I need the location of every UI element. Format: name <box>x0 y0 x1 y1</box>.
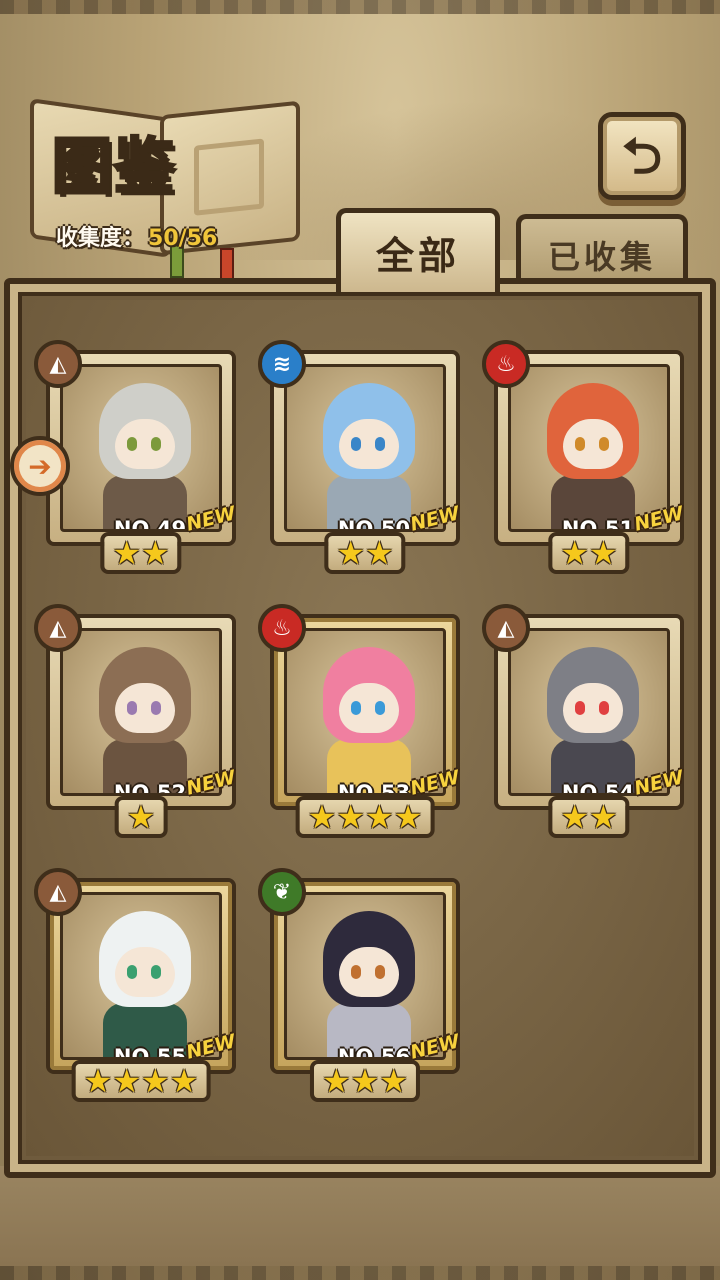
water-element-icon: ≋ <box>258 340 306 388</box>
character-eye-right <box>375 965 385 979</box>
star-rating: ★★ <box>548 796 630 838</box>
star-rating: ★★★ <box>309 1060 421 1102</box>
fire-element-icon: ♨ <box>482 340 530 388</box>
character-face <box>115 419 175 469</box>
character-eye-right <box>599 437 609 451</box>
character-portrait: NO.51 <box>508 364 670 532</box>
character-face <box>339 683 399 733</box>
character-portrait: NO.54 <box>508 628 670 796</box>
character-face <box>115 947 175 997</box>
star-icon: ★★★ <box>321 1062 409 1100</box>
star-icon: ★★★★ <box>307 798 423 836</box>
back-button[interactable]: ⮌ <box>598 112 686 200</box>
collection-label: 收集度： <box>56 226 145 251</box>
character-portrait: NO.53 <box>284 628 446 796</box>
star-icon: ★★★★ <box>83 1062 199 1100</box>
collection-card[interactable]: NO.52 NEW ◭ ★ <box>34 604 238 838</box>
character-portrait: NO.56 <box>284 892 446 1060</box>
collection-card[interactable]: NO.54 NEW ◭ ★★ <box>482 604 686 838</box>
character-eye-left <box>127 701 137 715</box>
back-arrow-icon: ⮌ <box>621 127 663 185</box>
character-face <box>115 683 175 733</box>
character-portrait: NO.50 <box>284 364 446 532</box>
star-icon: ★★ <box>560 798 618 836</box>
page-title: 图鉴 <box>51 131 176 204</box>
collection-card[interactable]: NO.49 NEW ◭ ★★ <box>34 340 238 574</box>
star-icon: ★★ <box>560 534 618 572</box>
collection-progress: 收集度： 50/56 <box>56 220 217 252</box>
character-portrait: NO.52 <box>60 628 222 796</box>
character-eye-right <box>375 437 385 451</box>
character-eye-left <box>575 437 585 451</box>
character-eye-left <box>351 437 361 451</box>
star-icon: ★★ <box>336 534 394 572</box>
tab-all[interactable]: 全部 <box>336 208 500 292</box>
star-rating: ★★ <box>548 532 630 574</box>
character-face <box>339 947 399 997</box>
earth-element-icon: ◭ <box>34 340 82 388</box>
character-eye-right <box>151 965 161 979</box>
character-face <box>563 683 623 733</box>
character-eye-right <box>151 437 161 451</box>
tab-collected-label: 已收集 <box>547 237 656 276</box>
earth-element-icon: ◭ <box>482 604 530 652</box>
character-portrait: NO.49 <box>60 364 222 532</box>
collection-value: 50/56 <box>148 226 218 251</box>
star-icon: ★ <box>126 798 156 836</box>
character-eye-right <box>599 701 609 715</box>
character-portrait: NO.55 <box>60 892 222 1060</box>
character-eye-right <box>375 701 385 715</box>
character-eye-left <box>127 965 137 979</box>
character-eye-left <box>127 437 137 451</box>
collection-card[interactable]: NO.55 NEW ◭ ★★★★ <box>34 868 238 1102</box>
fire-element-icon: ♨ <box>258 604 306 652</box>
star-rating: ★★ <box>324 532 406 574</box>
bottom-ground <box>0 1166 720 1266</box>
star-rating: ★★ <box>100 532 182 574</box>
character-face <box>339 419 399 469</box>
collection-card[interactable]: NO.53 NEW ♨ ★★★★ <box>258 604 462 838</box>
character-eye-left <box>351 965 361 979</box>
star-icon: ★★ <box>112 534 170 572</box>
star-rating: ★ <box>114 796 168 838</box>
collection-card[interactable]: NO.50 NEW ≋ ★★ <box>258 340 462 574</box>
collection-card[interactable]: NO.51 NEW ♨ ★★ <box>482 340 686 574</box>
tab-all-label: 全部 <box>375 234 460 278</box>
star-rating: ★★★★ <box>71 1060 211 1102</box>
wind-element-icon: ❦ <box>258 868 306 916</box>
character-eye-left <box>351 701 361 715</box>
earth-element-icon: ◭ <box>34 604 82 652</box>
character-face <box>563 419 623 469</box>
scroll-left-icon[interactable]: ➔ <box>10 436 70 496</box>
character-eye-left <box>575 701 585 715</box>
earth-element-icon: ◭ <box>34 868 82 916</box>
character-eye-right <box>151 701 161 715</box>
star-rating: ★★★★ <box>295 796 435 838</box>
collection-card[interactable]: NO.56 NEW ❦ ★★★ <box>258 868 462 1102</box>
